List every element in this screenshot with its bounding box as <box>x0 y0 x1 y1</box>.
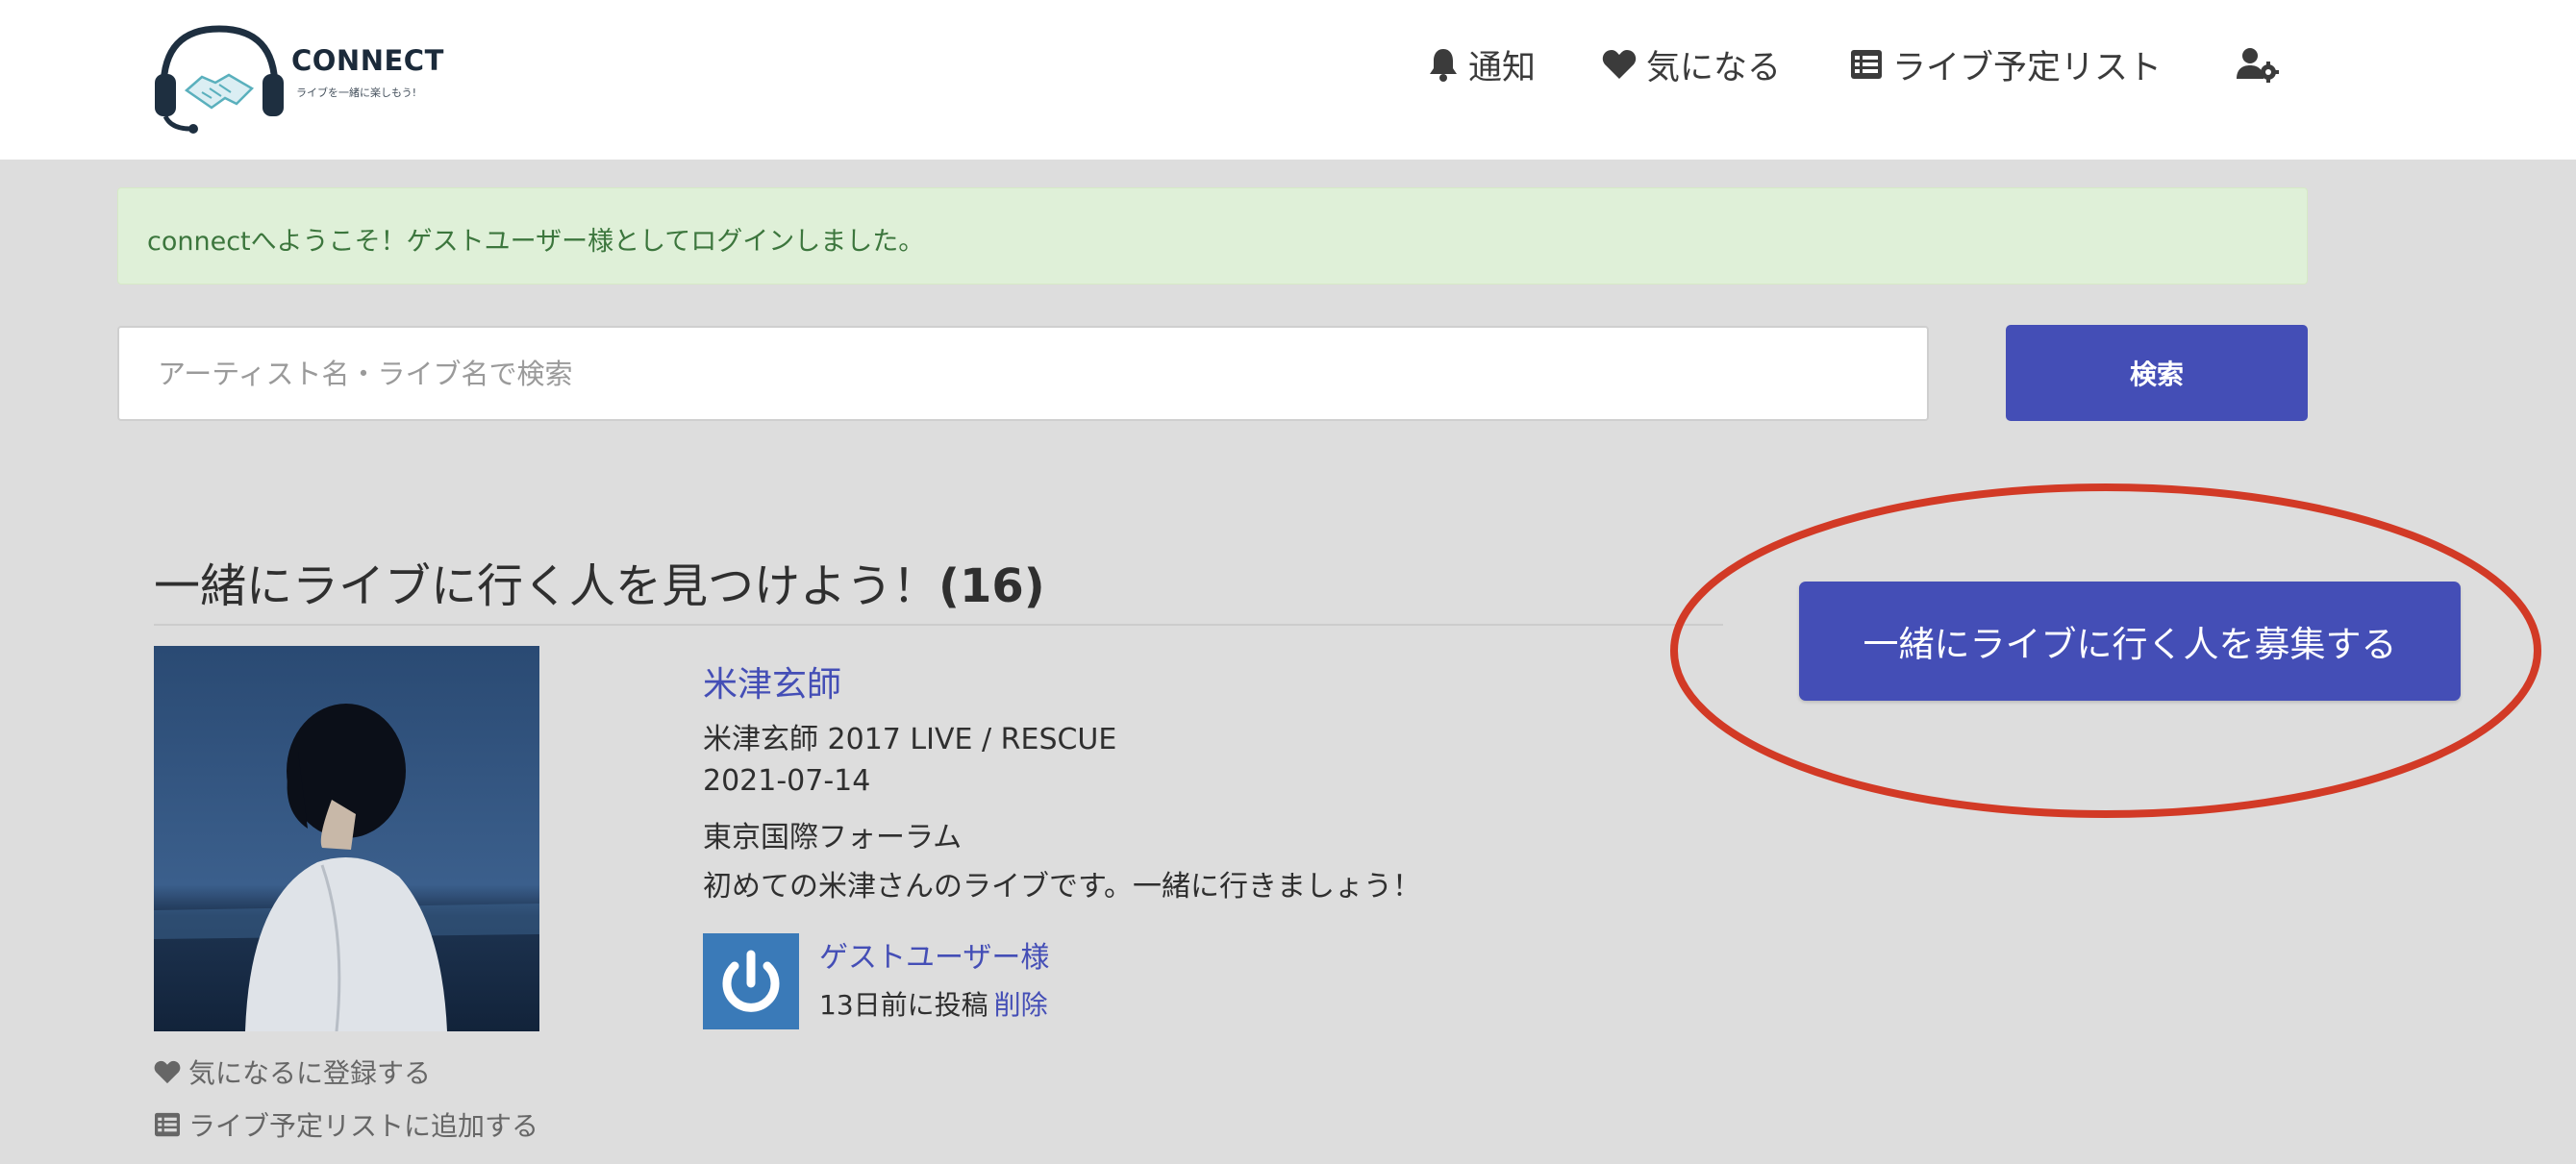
post-count: (16) <box>938 559 1045 613</box>
live-venue: 東京国際フォーラム <box>703 821 963 854</box>
section-title-text: 一緒にライブに行く人を見つけよう！ <box>154 559 939 613</box>
nav-live-schedule-label: ライブ予定リスト <box>1892 48 2163 87</box>
heart-icon <box>154 1060 181 1083</box>
list-icon <box>1851 50 1882 79</box>
nav-notifications[interactable]: 通知 <box>1428 40 1536 88</box>
nav-favorites-label: 気になる <box>1646 48 1782 87</box>
nav-favorites[interactable]: 気になる <box>1602 40 1781 88</box>
post-comment: 初めての米津さんのライブです。一緒に行きましょう！ <box>703 870 1421 904</box>
favorite-link[interactable]: 気になるに登録する <box>154 1053 431 1091</box>
post-author-link[interactable]: ゲストユーザー様 <box>819 933 1049 976</box>
live-title: 米津玄師 2017 LIVE / RESCUE <box>703 723 1117 756</box>
artist-name-link[interactable]: 米津玄師 <box>703 656 841 706</box>
delete-post-link[interactable]: 削除 <box>994 989 1048 1021</box>
user-avatar[interactable] <box>703 933 799 1029</box>
post-meta: 13日前に投稿 削除 <box>819 984 1048 1023</box>
headset-handshake-icon <box>155 25 284 134</box>
search-input[interactable] <box>117 326 1929 421</box>
artist-photo-image <box>154 646 539 1032</box>
add-to-schedule-link[interactable]: ライブ予定リストに追加する <box>154 1105 538 1144</box>
posted-time: 13日前に投稿 <box>819 989 988 1021</box>
recruit-companion-button[interactable]: 一緒にライブに行く人を募集する <box>1799 582 2461 701</box>
logo-text: CONNECT <box>291 44 444 77</box>
login-success-alert: connectへようこそ！ゲストユーザー様としてログインしました。 <box>117 187 2308 285</box>
logo-tagline: ライブを一緒に楽しもう! <box>296 87 417 99</box>
add-to-schedule-label: ライブ予定リストに追加する <box>188 1110 539 1142</box>
search-button[interactable]: 検索 <box>2006 325 2308 421</box>
alert-message: connectへようこそ！ゲストユーザー様としてログインしました。 <box>147 227 925 257</box>
site-logo[interactable]: CONNECT ライブを一緒に楽しもう! <box>152 21 443 136</box>
nav-notifications-label: 通知 <box>1468 48 1537 87</box>
favorite-link-label: 気になるに登録する <box>188 1057 432 1089</box>
user-gear-icon <box>2237 48 2279 83</box>
site-header: CONNECT ライブを一緒に楽しもう! 通知 気になる ライブ予定リスト <box>0 0 2576 160</box>
nav-account-settings[interactable] <box>2236 40 2289 88</box>
section-title: 一緒にライブに行く人を見つけよう！(16) <box>154 548 1045 615</box>
list-icon <box>155 1112 180 1137</box>
artist-photo[interactable] <box>154 646 539 1032</box>
section-divider <box>154 624 1723 626</box>
nav-live-schedule[interactable]: ライブ予定リスト <box>1850 40 2162 88</box>
bell-icon <box>1430 49 1457 82</box>
live-date: 2021-07-14 <box>703 764 871 798</box>
heart-icon <box>1602 50 1637 79</box>
power-icon <box>703 933 799 1029</box>
